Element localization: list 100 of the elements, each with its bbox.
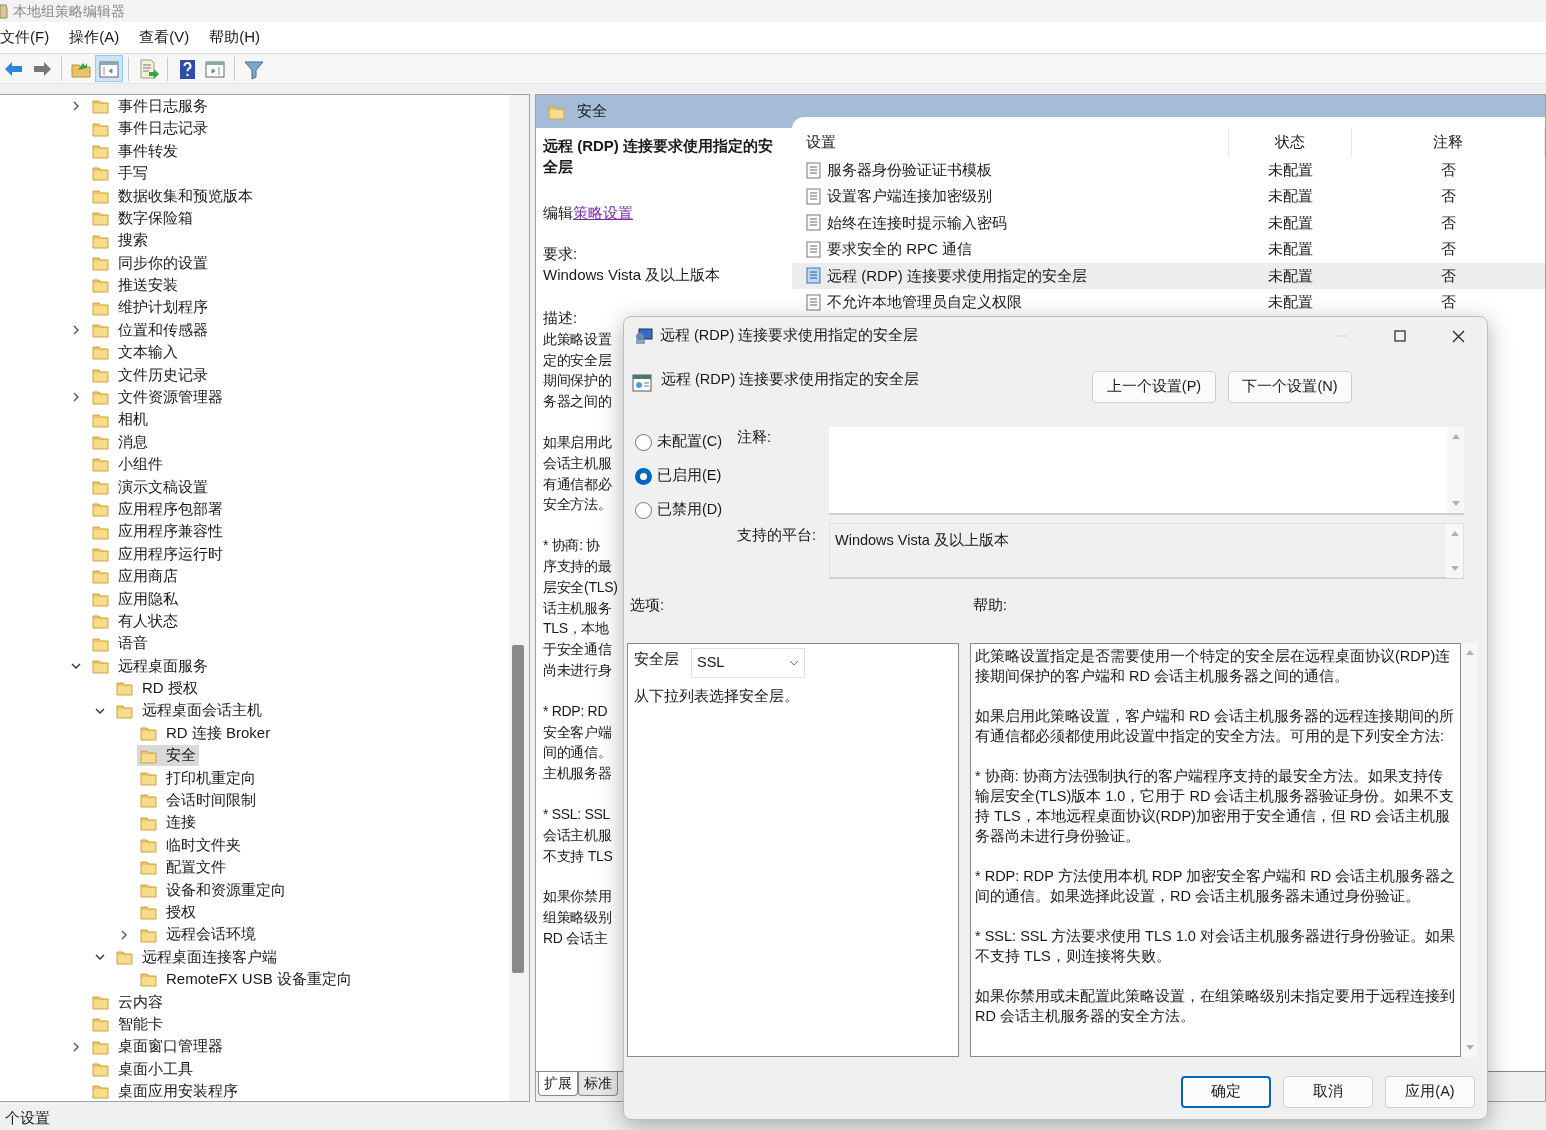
requirements-label: 要求: <box>543 244 579 265</box>
tree-item[interactable]: RD 连接 Broker <box>137 722 274 744</box>
column-header[interactable]: 状态 <box>1229 128 1352 157</box>
tree-item[interactable]: 文件历史记录 <box>89 364 211 386</box>
folder-icon <box>140 971 157 988</box>
next-setting-button[interactable]: 下一个设置(N) <box>1228 371 1352 403</box>
tree-item[interactable]: 设备和资源重定向 <box>137 879 289 901</box>
tree-item[interactable]: 手写 <box>89 162 151 184</box>
dialog-button[interactable]: 确定 <box>1181 1076 1271 1108</box>
menu-item[interactable]: 帮助(H) <box>209 26 260 49</box>
tree-item[interactable]: 文本输入 <box>89 342 181 363</box>
tree-item[interactable]: 应用程序包部署 <box>89 498 226 520</box>
menu-item[interactable]: 文件(F) <box>0 26 50 49</box>
scrollbar[interactable] <box>1447 427 1464 513</box>
view-tab[interactable]: 标准 <box>578 1072 618 1096</box>
tree-item[interactable]: 演示文稿设置 <box>89 476 211 498</box>
folder-icon <box>92 142 109 159</box>
tree-item[interactable]: 打印机重定向 <box>137 767 259 789</box>
column-header[interactable]: 设置 <box>792 128 1229 157</box>
description-text: 务器之间的 <box>543 392 612 412</box>
tree-item[interactable]: 桌面小工具 <box>89 1058 196 1080</box>
tree-item[interactable]: 事件日志记录 <box>89 118 211 140</box>
tree-item[interactable]: 消息 <box>89 431 151 453</box>
table-row[interactable]: 远程 (RDP) 连接要求使用指定的安全层 未配置 否 <box>792 262 1545 289</box>
scrollbar[interactable] <box>1461 643 1478 1057</box>
policy-settings-link[interactable]: 策略设置 <box>573 202 633 224</box>
table-row[interactable]: 不允许本地管理员自定义权限 未配置 否 <box>792 288 1545 316</box>
tree-item[interactable]: 搜索 <box>89 230 151 252</box>
menu-item[interactable]: 操作(A) <box>69 26 120 49</box>
tree-item[interactable]: RemoteFX USB 设备重定向 <box>137 968 355 990</box>
radio-option[interactable]: 已启用(E) <box>635 464 737 488</box>
tree-item[interactable]: 会话时间限制 <box>137 789 259 811</box>
tree-item[interactable]: 桌面应用安装程序 <box>89 1080 241 1101</box>
folder-icon <box>92 523 109 540</box>
policy-icon <box>806 214 821 232</box>
dialog-button[interactable]: 应用(A) <box>1385 1076 1475 1108</box>
radio-option[interactable]: 未配置(C) <box>635 430 737 454</box>
tree-item[interactable]: 事件转发 <box>89 140 181 162</box>
tree-item[interactable]: 维护计划程序 <box>89 297 211 319</box>
tree-item[interactable]: 有人状态 <box>89 610 181 632</box>
scrollbar[interactable] <box>509 95 529 1101</box>
tree-item[interactable]: 数据收集和预览版本 <box>89 185 256 207</box>
tree-item[interactable]: 远程会话环境 <box>137 924 259 946</box>
comment-label: 注释: <box>737 428 773 447</box>
tree-item[interactable]: 文件资源管理器 <box>89 386 226 408</box>
policy-icon <box>806 188 821 206</box>
tree-item[interactable]: 安全 <box>137 745 199 766</box>
tree-item[interactable]: 小组件 <box>89 453 166 475</box>
folder-icon <box>92 1016 109 1033</box>
tree-item[interactable]: 同步你的设置 <box>89 252 211 274</box>
folder-icon <box>92 366 109 383</box>
computer-icon <box>634 327 654 345</box>
tree-item[interactable]: 临时文件夹 <box>137 834 244 856</box>
table-cell-text: 否 <box>1441 265 1456 286</box>
tree-item[interactable]: 事件日志服务 <box>89 95 211 117</box>
folder-icon <box>92 322 109 339</box>
folder-icon <box>92 187 109 204</box>
menu-item[interactable]: 查看(V) <box>139 26 190 49</box>
scrollbar[interactable] <box>1446 524 1463 578</box>
status-text: 个设置 <box>5 1108 50 1129</box>
folder-icon <box>140 747 157 764</box>
tree-item[interactable]: 智能卡 <box>89 1013 166 1035</box>
folder-icon <box>92 478 109 495</box>
tree-item[interactable]: 数字保险箱 <box>89 207 196 229</box>
table-cell-text: 未配置 <box>1268 159 1313 180</box>
folder-icon <box>92 120 109 137</box>
tree-item[interactable]: 相机 <box>89 409 151 431</box>
scrollbar-thumb[interactable] <box>512 645 524 973</box>
tree-item[interactable]: 应用程序兼容性 <box>89 521 226 543</box>
tree-item[interactable]: 远程桌面服务 <box>89 655 211 677</box>
table-row[interactable]: 要求安全的 RPC 通信 未配置 否 <box>792 236 1545 263</box>
column-header[interactable]: 注释 <box>1352 128 1545 157</box>
view-tab[interactable]: 扩展 <box>538 1072 578 1096</box>
description-text: 话主机服务 <box>543 598 612 618</box>
table-row[interactable]: 始终在连接时提示输入密码 未配置 否 <box>792 209 1545 237</box>
table-row[interactable]: 设置客户端连接加密级别 未配置 否 <box>792 183 1545 210</box>
tree-item[interactable]: 远程桌面会话主机 <box>113 700 265 722</box>
tree-item[interactable]: 桌面窗口管理器 <box>89 1036 226 1058</box>
radio-option[interactable]: 已禁用(D) <box>635 498 737 522</box>
previous-setting-button[interactable]: 上一个设置(P) <box>1092 371 1216 403</box>
comment-field[interactable] <box>829 427 1464 515</box>
tree-item[interactable]: 应用商店 <box>89 565 181 587</box>
tree-item[interactable]: 远程桌面连接客户端 <box>113 946 280 968</box>
tree-item[interactable]: 推送安装 <box>89 274 181 296</box>
dialog-button[interactable]: 取消 <box>1283 1076 1373 1108</box>
tree-item[interactable]: 配置文件 <box>137 856 229 878</box>
table-row[interactable]: 服务器身份验证证书模板 未配置 否 <box>792 157 1545 184</box>
tree-item[interactable]: 授权 <box>137 901 199 923</box>
security-layer-dropdown[interactable]: SSL <box>691 648 805 678</box>
tree-item[interactable]: 云内容 <box>89 991 166 1013</box>
tree-item[interactable]: 位置和传感器 <box>89 319 211 341</box>
folder-icon <box>92 299 109 316</box>
tree-item[interactable]: 应用程序运行时 <box>89 543 226 565</box>
tree-item[interactable]: 连接 <box>137 812 199 834</box>
help-text: * RDP: RDP 方法使用本机 RDP 加密安全客户端和 RD 会话主机服务器之间的通信。如果选择此设置，RD 会话主机服务器未通过身份验证。 <box>975 867 1456 906</box>
tree-item[interactable]: 语音 <box>89 633 151 655</box>
tree-item[interactable]: 应用隐私 <box>89 588 181 610</box>
tree-item[interactable]: RD 授权 <box>113 677 201 699</box>
folder-icon <box>92 546 109 562</box>
help-label: 帮助: <box>973 596 1008 615</box>
